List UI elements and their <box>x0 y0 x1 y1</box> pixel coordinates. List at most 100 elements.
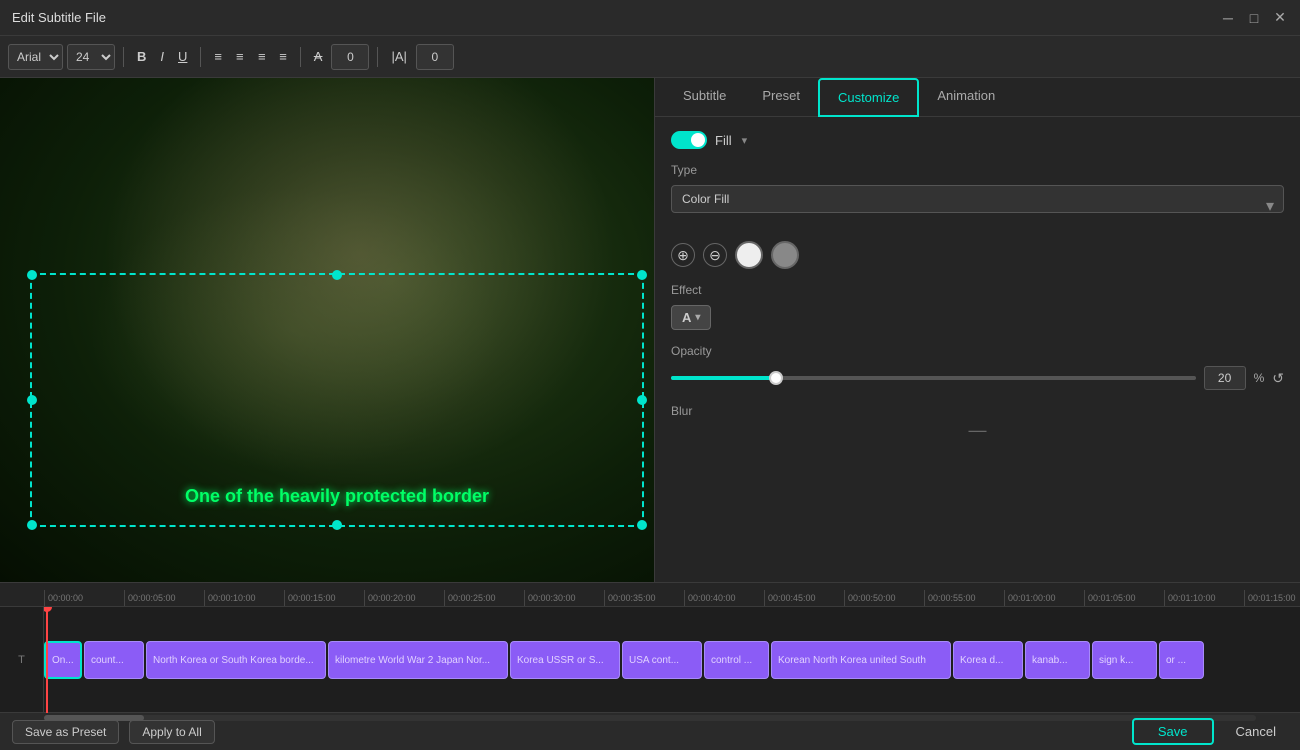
apply-to-all-button[interactable]: Apply to All <box>129 720 214 744</box>
ruler-mark: 00:00:55:00 <box>924 590 1004 606</box>
timeline-clip[interactable]: kanab... <box>1025 641 1090 679</box>
align-right-button[interactable]: ≡ <box>253 44 271 70</box>
timeline-clip[interactable]: or ... <box>1159 641 1204 679</box>
save-as-preset-button[interactable]: Save as Preset <box>12 720 119 744</box>
opacity-slider-track[interactable] <box>671 376 1196 380</box>
ruler-mark: 00:00:45:00 <box>764 590 844 606</box>
tab-subtitle[interactable]: Subtitle <box>665 78 744 116</box>
blur-label: Blur <box>671 404 1284 418</box>
timeline-clip[interactable]: North Korea or South Korea borde... <box>146 641 326 679</box>
main-area: One of the heavily protected border ⏮ ⏪ … <box>0 78 1300 582</box>
handle-tr[interactable] <box>637 270 647 280</box>
timeline-clip[interactable]: Korean North Korea united South <box>771 641 951 679</box>
subtitle-text: One of the heavily protected border <box>32 486 642 507</box>
toolbar-divider-2 <box>200 47 201 67</box>
add-color-button[interactable]: ⊕ <box>671 243 695 267</box>
spacing-button[interactable]: |A| <box>386 44 411 70</box>
scrollbar-track[interactable] <box>44 715 1256 721</box>
ruler-mark: 00:00:10:00 <box>204 590 284 606</box>
type-label: Type <box>671 163 1284 177</box>
handle-tm[interactable] <box>332 270 342 280</box>
tab-customize[interactable]: Customize <box>818 78 919 117</box>
preview-video: One of the heavily protected border <box>0 78 654 582</box>
strikethrough-button[interactable]: A <box>309 44 328 70</box>
opacity-reset-button[interactable]: ↺ <box>1272 370 1284 387</box>
title-bar-title: Edit Subtitle File <box>12 10 106 25</box>
remove-color-button[interactable]: ⊖ <box>703 243 727 267</box>
track-clips: On...count...North Korea or South Korea … <box>44 607 1300 713</box>
fill-label: Fill <box>715 133 732 148</box>
fill-dropdown-arrow[interactable]: ▾ <box>742 134 748 147</box>
effect-badge[interactable]: A ▾ <box>671 305 711 330</box>
ruler-mark: 00:00:20:00 <box>364 590 444 606</box>
handle-tl[interactable] <box>27 270 37 280</box>
cancel-button[interactable]: Cancel <box>1224 718 1288 745</box>
timeline-clip[interactable]: control ... <box>704 641 769 679</box>
spacing-input[interactable] <box>416 44 454 70</box>
underline-button[interactable]: U <box>173 44 192 70</box>
handle-mr[interactable] <box>637 395 647 405</box>
timeline-ruler: 00:00:0000:00:05:0000:00:10:0000:00:15:0… <box>0 583 1300 607</box>
tabs-bar: Subtitle Preset Customize Animation <box>655 78 1300 117</box>
blur-section: Blur — <box>671 404 1284 434</box>
type-select[interactable]: Color Fill Gradient Fill <box>671 185 1284 213</box>
bottom-right: Save Cancel <box>1132 718 1288 745</box>
handle-br[interactable] <box>637 520 647 530</box>
fill-toggle-knob <box>691 133 705 147</box>
italic-button[interactable]: I <box>155 44 169 70</box>
tracking-input[interactable] <box>331 44 369 70</box>
font-size-select[interactable]: 24 <box>67 44 115 70</box>
toolbar: Arial 24 B I U ≡ ≡ ≡ ≡ A |A| <box>0 36 1300 78</box>
close-button[interactable]: ✕ <box>1272 10 1288 26</box>
ruler-marks: 00:00:0000:00:05:0000:00:10:0000:00:15:0… <box>44 583 1300 606</box>
font-family-select[interactable]: Arial <box>8 44 63 70</box>
color-row: ⊕ ⊖ <box>671 241 1284 269</box>
fill-section-header: Fill ▾ <box>671 131 1284 149</box>
align-center-button[interactable]: ≡ <box>209 44 227 70</box>
timeline-clip[interactable]: Korea d... <box>953 641 1023 679</box>
fill-toggle[interactable] <box>671 131 707 149</box>
toolbar-divider-1 <box>123 47 124 67</box>
align-left-button[interactable]: ≡ <box>231 44 249 70</box>
preview-panel: One of the heavily protected border ⏮ ⏪ … <box>0 78 655 582</box>
minimize-button[interactable]: ─ <box>1220 10 1236 26</box>
opacity-percent: % <box>1254 371 1265 385</box>
title-bar-controls: ─ □ ✕ <box>1220 10 1288 26</box>
ruler-mark: 00:00:25:00 <box>444 590 524 606</box>
handle-bm[interactable] <box>332 520 342 530</box>
bold-button[interactable]: B <box>132 44 151 70</box>
handle-ml[interactable] <box>27 395 37 405</box>
align-justify-button[interactable]: ≡ <box>274 44 292 70</box>
handle-bl[interactable] <box>27 520 37 530</box>
timeline-clip[interactable]: USA cont... <box>622 641 702 679</box>
opacity-label: Opacity <box>671 344 1284 358</box>
opacity-input[interactable] <box>1204 366 1246 390</box>
toolbar-divider-3 <box>300 47 301 67</box>
effect-value: A <box>682 310 691 325</box>
ruler-mark: 00:00:35:00 <box>604 590 684 606</box>
ruler-mark: 00:01:05:00 <box>1084 590 1164 606</box>
ruler-mark: 00:01:15:00 <box>1244 590 1300 606</box>
ruler-mark: 00:00:30:00 <box>524 590 604 606</box>
maximize-button[interactable]: □ <box>1246 10 1262 26</box>
save-button[interactable]: Save <box>1132 718 1214 745</box>
opacity-controls: % ↺ <box>671 366 1284 390</box>
tab-animation[interactable]: Animation <box>919 78 1013 116</box>
right-panel: Subtitle Preset Customize Animation Fill… <box>655 78 1300 582</box>
color-swatch-2[interactable] <box>771 241 799 269</box>
title-bar-left: Edit Subtitle File <box>12 10 106 25</box>
type-select-wrapper: Color Fill Gradient Fill <box>671 185 1284 227</box>
opacity-slider-thumb[interactable] <box>769 371 783 385</box>
timeline-track-area: T On...count...North Korea or South Kore… <box>0 607 1300 713</box>
color-swatch-1[interactable] <box>735 241 763 269</box>
timeline-clip[interactable]: count... <box>84 641 144 679</box>
bottom-left: Save as Preset Apply to All <box>12 720 215 744</box>
timeline-clip[interactable]: On... <box>44 641 82 679</box>
timeline-clip[interactable]: Korea USSR or S... <box>510 641 620 679</box>
subtitle-selection-box[interactable]: One of the heavily protected border <box>30 273 644 527</box>
tab-preset[interactable]: Preset <box>744 78 818 116</box>
timeline-clip[interactable]: sign k... <box>1092 641 1157 679</box>
timeline-clip[interactable]: kilometre World War 2 Japan Nor... <box>328 641 508 679</box>
ruler-mark: 00:01:00:00 <box>1004 590 1084 606</box>
effect-dropdown-icon: ▾ <box>695 312 700 323</box>
